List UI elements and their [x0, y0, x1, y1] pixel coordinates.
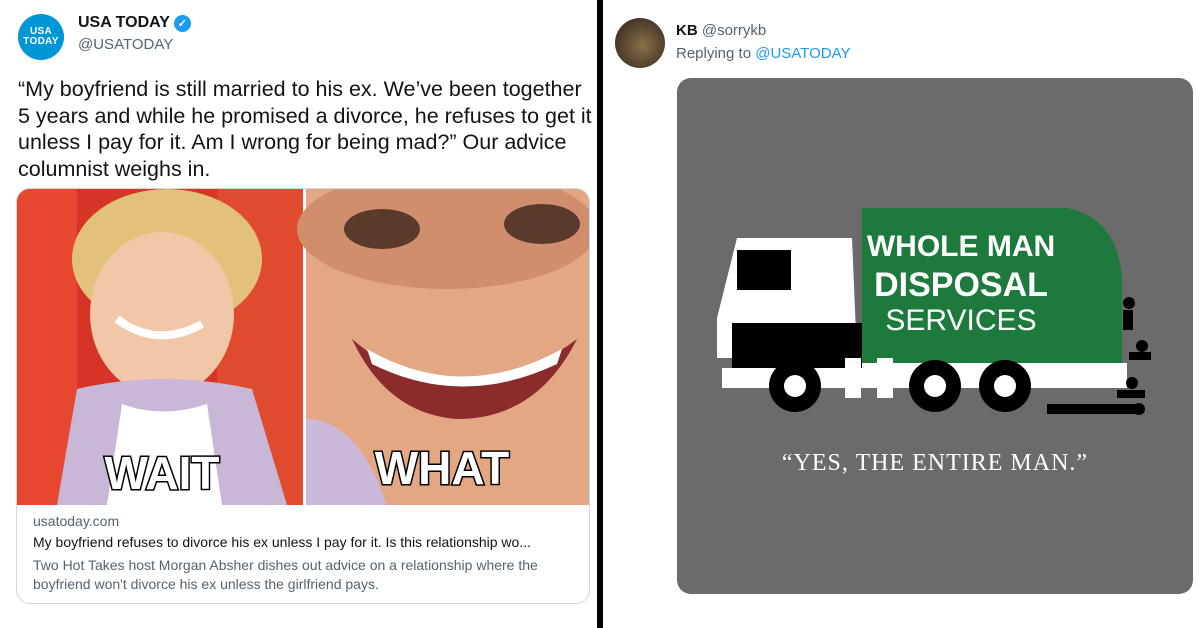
- image-tagline: “YES, THE ENTIRE MAN.”: [781, 450, 1089, 476]
- author-name-row[interactable]: USA TODAY ✓: [78, 14, 191, 32]
- replying-to: Replying to @USATODAY: [676, 45, 850, 62]
- tweet-text: “My boyfriend is still married to his ex…: [18, 77, 592, 181]
- verified-badge-icon: ✓: [173, 14, 191, 32]
- card-description: Two Hot Takes host Morgan Absher dishes …: [33, 557, 538, 592]
- reply-prefix: Replying to: [676, 45, 752, 62]
- card-title[interactable]: My boyfriend refuses to divorce his ex u…: [33, 534, 578, 550]
- usatoday-tweet[interactable]: USA TODAY USA TODAY ✓ @USATODAY “My boyf…: [0, 0, 597, 628]
- kb-reply-tweet[interactable]: KB @sorrykb Replying to @USATODAY WHOLE …: [603, 0, 1199, 628]
- reply-to-link[interactable]: @USATODAY: [755, 45, 850, 62]
- author-name-row[interactable]: KB @sorrykb: [676, 22, 766, 39]
- meme-caption-what: WHAT: [375, 442, 510, 494]
- link-card[interactable]: WAIT WHAT usatoday.com My boyfriend refu…: [16, 188, 590, 604]
- author-name[interactable]: KB: [676, 22, 698, 39]
- meme-caption-wait: WAIT: [105, 447, 220, 499]
- author-handle[interactable]: @sorrykb: [702, 22, 766, 39]
- reply-image[interactable]: WHOLE MAN DISPOSAL SERVICES “YES, THE EN…: [677, 78, 1193, 594]
- truck-text-line3: SERVICES: [885, 304, 1036, 337]
- meme-image: WAIT WHAT: [17, 189, 589, 505]
- card-domain: usatoday.com: [33, 513, 120, 529]
- avatar-line2: TODAY: [23, 36, 59, 47]
- author-handle[interactable]: @USATODAY: [78, 36, 173, 53]
- truck-text-line1: WHOLE MAN: [867, 230, 1055, 263]
- truck-text-line2: DISPOSAL: [874, 266, 1048, 304]
- kb-avatar[interactable]: [615, 18, 665, 68]
- usatoday-avatar[interactable]: USA TODAY: [18, 14, 64, 60]
- garbage-truck-graphic: WHOLE MAN DISPOSAL SERVICES: [717, 208, 1151, 415]
- author-name[interactable]: USA TODAY: [78, 14, 170, 32]
